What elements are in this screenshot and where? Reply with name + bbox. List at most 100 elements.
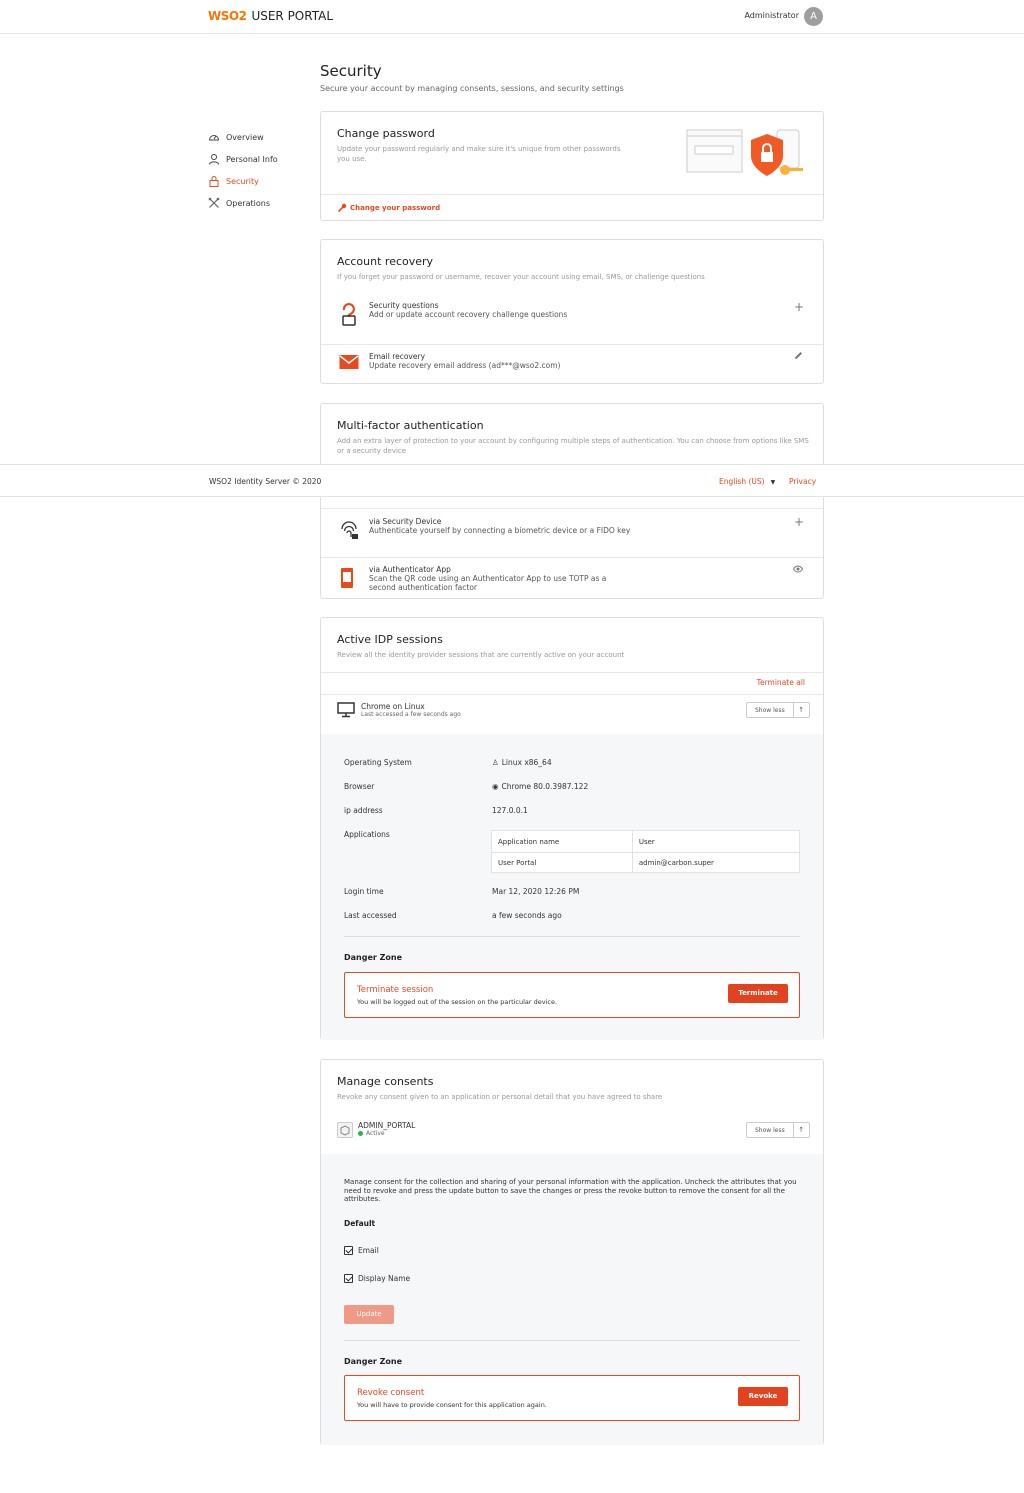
table-header-row: Application name User	[491, 830, 801, 853]
change-password-label: Change your password	[350, 204, 441, 212]
terminate-all-button[interactable]: Terminate all	[757, 678, 805, 687]
table-row: User Portal admin@carbon.super	[491, 852, 801, 873]
linux-icon: ♙	[492, 758, 499, 767]
last-accessed-value: a few seconds ago	[492, 911, 562, 920]
danger-description: You will be logged out of the session on…	[357, 998, 558, 1006]
app-box-icon	[337, 1122, 353, 1138]
divider	[321, 672, 823, 673]
item-description: Update recovery email address (ad***@wso…	[369, 361, 561, 370]
checkbox-label: Email	[358, 1246, 379, 1255]
item-title: Security questions	[369, 301, 439, 310]
terminate-session-box: Terminate session You will be logged out…	[344, 972, 800, 1018]
login-time-label: Login time	[344, 887, 384, 896]
avatar[interactable]: A	[804, 7, 823, 26]
item-title: via Security Device	[369, 517, 442, 526]
divider	[321, 344, 823, 345]
table-cell: admin@carbon.super	[631, 852, 801, 873]
privacy-link[interactable]: Privacy	[789, 477, 816, 486]
display-name-consent-checkbox[interactable]: Display Name	[344, 1274, 410, 1283]
danger-zone-title: Danger Zone	[344, 953, 403, 962]
applications-table: Application name User User Portal admin@…	[491, 830, 801, 873]
login-time-value: Mar 12, 2020 12:26 PM	[492, 887, 580, 896]
mfa-card: Multi-factor authentication Add an extra…	[320, 403, 824, 599]
sidebar-item-operations[interactable]: Operations	[208, 197, 270, 209]
consent-info-text: Manage consent for the collection and sh…	[344, 1178, 797, 1203]
card-description: Review all the identity provider session…	[337, 651, 625, 659]
footer-copyright: WSO2 Identity Server © 2020	[209, 477, 322, 486]
active-sessions-card: Active IDP sessions Review all the ident…	[320, 617, 824, 1040]
table-cell: User Portal	[491, 852, 633, 873]
consent-group-title: Default	[344, 1219, 376, 1228]
lock-icon	[208, 175, 220, 187]
os-label: Operating System	[344, 758, 412, 767]
revoke-button[interactable]: Revoke	[738, 1387, 788, 1406]
chevron-up-icon: ↑	[792, 703, 809, 717]
add-security-device-icon[interactable]: +	[794, 515, 804, 529]
os-value-text: Linux x86_64	[501, 758, 552, 767]
update-button[interactable]: Update	[344, 1305, 394, 1324]
show-less-button[interactable]: Show less ↑	[746, 1122, 810, 1138]
user-name[interactable]: Administrator	[744, 11, 799, 20]
manage-consents-card: Manage consents Revoke any consent given…	[320, 1059, 824, 1445]
status-label: Active	[366, 1130, 385, 1137]
item-description: Add or update account recovery challenge…	[369, 310, 568, 319]
change-password-link[interactable]: Change your password	[337, 203, 440, 213]
authenticator-app-icon	[341, 568, 353, 588]
ip-label: ip address	[344, 806, 383, 815]
danger-title: Revoke consent	[357, 1388, 425, 1398]
terminate-button[interactable]: Terminate	[728, 984, 788, 1003]
divider	[321, 694, 823, 695]
divider	[344, 1340, 800, 1341]
fingerprint-icon	[339, 518, 359, 540]
email-consent-checkbox[interactable]: Email	[344, 1246, 379, 1255]
browser-value: ◉ Chrome 80.0.3987.122	[492, 782, 588, 791]
os-value: ♙ Linux x86_64	[492, 758, 552, 767]
top-header: WSO2 USER PORTAL Administrator A	[0, 0, 1024, 34]
show-less-button[interactable]: Show less ↑	[746, 702, 810, 718]
show-less-label: Show less	[755, 1126, 785, 1134]
edit-pencil-icon[interactable]	[794, 351, 803, 360]
password-illustration	[685, 126, 805, 186]
add-security-questions-icon[interactable]: +	[794, 300, 804, 314]
change-password-card: Change password Update your password reg…	[320, 111, 824, 221]
sidebar-item-security[interactable]: Security	[208, 175, 259, 187]
sidebar-item-label: Overview	[226, 132, 264, 142]
card-title: Multi-factor authentication	[337, 419, 484, 432]
view-eye-icon[interactable]	[792, 565, 804, 573]
app-logo[interactable]: WSO2 USER PORTAL	[208, 9, 333, 23]
caret-down-icon: ▼	[770, 479, 776, 486]
card-title: Account recovery	[337, 255, 434, 268]
checkbox-checked-icon	[344, 1274, 353, 1283]
ip-value: 127.0.0.1	[492, 806, 528, 815]
divider	[344, 936, 800, 937]
item-title: Email recovery	[369, 352, 426, 361]
browser-label: Browser	[344, 782, 375, 791]
tools-icon	[208, 197, 220, 209]
divider	[321, 508, 823, 509]
account-recovery-card: Account recovery If you forget your pass…	[320, 239, 824, 384]
card-description: Add an extra layer of protection to your…	[337, 437, 809, 455]
consent-app-name: ADMIN_PORTAL	[358, 1121, 416, 1130]
checkbox-checked-icon	[344, 1246, 353, 1255]
security-questions-icon	[339, 302, 359, 326]
wso2-logo: WSO2	[208, 9, 247, 23]
column-header: Application name	[491, 830, 633, 853]
language-selector[interactable]: English (US) ▼	[719, 477, 775, 486]
sidebar-item-label: Security	[226, 176, 259, 186]
session-name: Chrome on Linux	[361, 702, 425, 711]
browser-value-text: Chrome 80.0.3987.122	[501, 782, 589, 791]
sidebar-item-personal-info[interactable]: Personal Info	[208, 153, 278, 165]
item-title: via Authenticator App	[369, 565, 451, 574]
page-title: Security	[320, 62, 382, 80]
dashboard-icon	[208, 131, 220, 143]
consent-details-panel: Manage consent for the collection and sh…	[321, 1154, 823, 1445]
card-title: Active IDP sessions	[337, 633, 443, 646]
checkbox-label: Display Name	[358, 1274, 411, 1283]
sidebar-item-overview[interactable]: Overview	[208, 131, 264, 143]
card-description: Revoke any consent given to an applicati…	[337, 1093, 663, 1101]
danger-title: Terminate session	[357, 985, 434, 995]
consent-status: Active	[358, 1130, 385, 1137]
language-label: English (US)	[719, 477, 765, 486]
email-icon	[339, 354, 359, 370]
chevron-up-icon: ↑	[792, 1123, 809, 1137]
